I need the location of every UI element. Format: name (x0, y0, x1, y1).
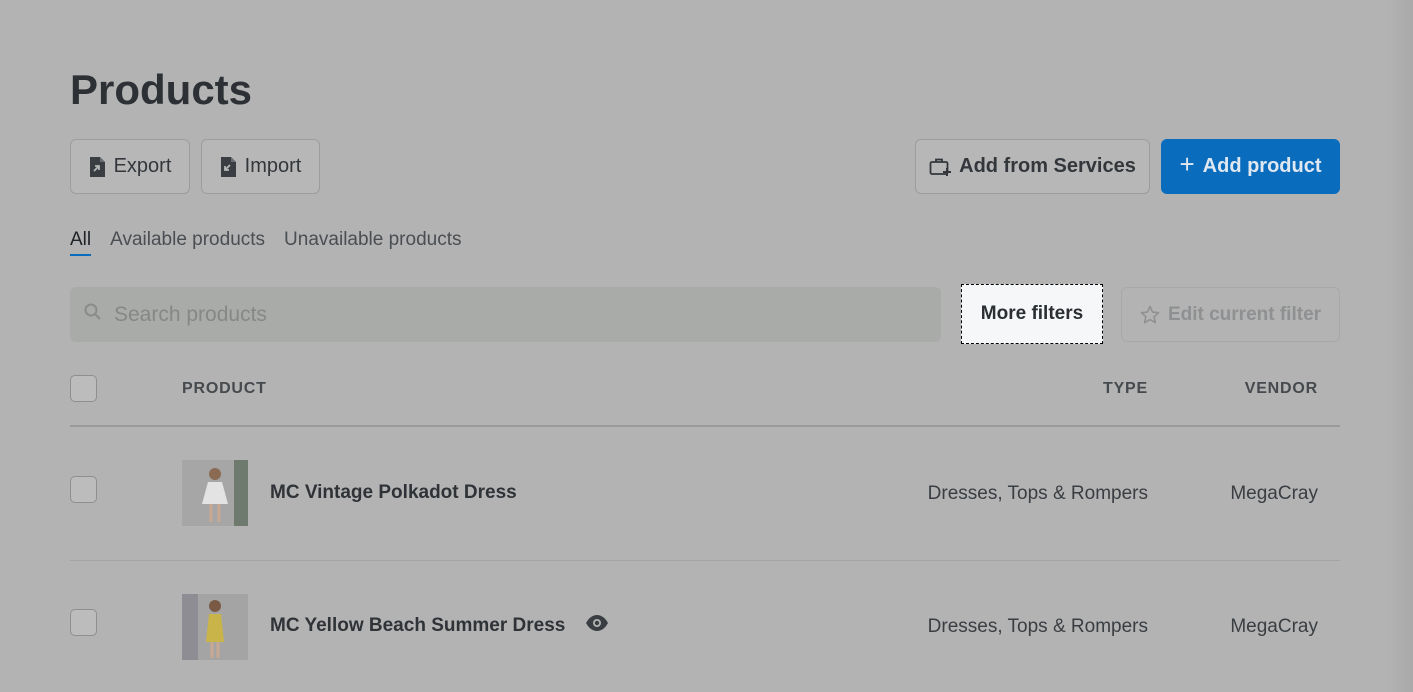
import-file-icon (220, 156, 237, 178)
import-button[interactable]: Import (201, 139, 320, 194)
column-header-type[interactable]: TYPE (1103, 380, 1148, 398)
product-name[interactable]: MC Vintage Polkadot Dress (270, 482, 517, 504)
page-title: Products (70, 66, 253, 113)
column-header-vendor[interactable]: VENDOR (1245, 380, 1318, 398)
row-checkbox[interactable] (70, 609, 97, 636)
product-tabs: All Available products Unavailable produ… (70, 229, 462, 256)
search-bar (70, 287, 941, 342)
product-type: Dresses, Tops & Rompers (927, 616, 1148, 637)
product-name[interactable]: MC Yellow Beach Summer Dress (270, 615, 565, 637)
tab-all[interactable]: All (70, 229, 92, 256)
product-vendor: MegaCray (1230, 616, 1318, 637)
tab-unavailable-products[interactable]: Unavailable products (284, 229, 461, 256)
scrollbar-track[interactable] (1385, 0, 1413, 692)
add-from-services-button[interactable]: Add from Services (915, 139, 1150, 194)
select-all-checkbox[interactable] (70, 375, 97, 402)
add-product-button[interactable]: + Add product (1161, 139, 1340, 194)
product-thumbnail[interactable] (182, 594, 248, 660)
eye-icon[interactable] (585, 614, 609, 637)
export-label: Export (113, 155, 172, 177)
product-thumbnail[interactable] (182, 460, 248, 526)
product-vendor: MegaCray (1230, 483, 1318, 504)
more-filters-button[interactable]: More filters (961, 284, 1103, 344)
row-divider (70, 560, 1340, 561)
import-label: Import (244, 155, 302, 177)
edit-current-filter-label: Edit current filter (1167, 303, 1322, 325)
briefcase-plus-icon (929, 157, 952, 177)
products-page: Products Export Import Add from Services… (70, 0, 1340, 692)
column-header-product[interactable]: PRODUCT (182, 380, 267, 398)
add-product-label: Add product (1202, 155, 1322, 177)
add-from-services-label: Add from Services (959, 155, 1136, 177)
export-file-icon (89, 156, 106, 178)
search-input[interactable] (112, 301, 896, 328)
product-type: Dresses, Tops & Rompers (927, 483, 1148, 504)
table-header-divider (70, 425, 1340, 427)
plus-icon: + (1179, 149, 1195, 179)
edit-current-filter-button[interactable]: Edit current filter (1121, 287, 1340, 342)
row-checkbox[interactable] (70, 476, 97, 503)
export-button[interactable]: Export (70, 139, 190, 194)
star-icon (1140, 305, 1160, 325)
tab-available-products[interactable]: Available products (110, 229, 265, 256)
search-icon (84, 303, 102, 326)
